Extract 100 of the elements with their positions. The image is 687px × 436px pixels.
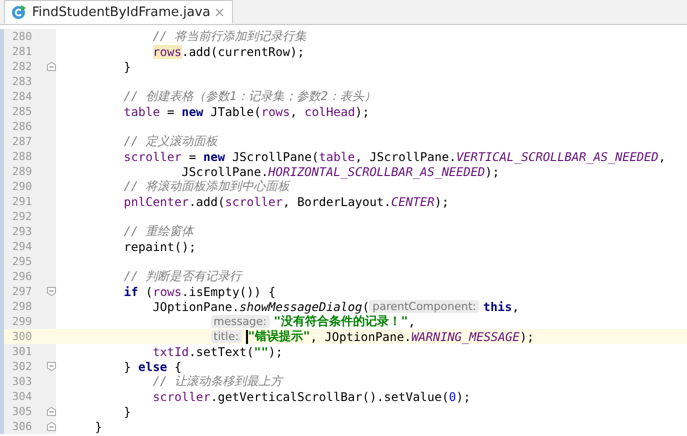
keyword: this bbox=[483, 300, 512, 314]
code-text: { bbox=[174, 360, 182, 374]
class-file-icon bbox=[11, 4, 27, 20]
line-number: 302 bbox=[11, 360, 32, 373]
text-cursor bbox=[246, 330, 248, 344]
line-number: 296 bbox=[11, 270, 32, 283]
fold-icon[interactable] bbox=[47, 362, 56, 371]
line-number: 281 bbox=[11, 45, 32, 58]
code-text: , JScrollPane. bbox=[355, 150, 456, 164]
code-text: ); bbox=[434, 194, 449, 208]
field-name: scroller bbox=[224, 194, 283, 208]
code-text: .setText( bbox=[188, 344, 254, 358]
line-number: 304 bbox=[11, 390, 32, 403]
constant-name: WARNING_MESSAGE bbox=[411, 330, 520, 344]
code-text: JScrollPane. bbox=[182, 164, 268, 178]
parameter-hint: title: bbox=[210, 330, 242, 343]
code-text: } bbox=[124, 404, 132, 418]
fold-icon[interactable] bbox=[47, 62, 56, 71]
code-text: JOptionPane. bbox=[152, 300, 240, 314]
field-name: scroller bbox=[124, 150, 182, 164]
code-text: .getVerticalScrollBar().setValue( bbox=[210, 390, 449, 404]
string-literal: "没有符合条件的记录！" bbox=[274, 314, 408, 330]
editor-tab[interactable]: FindStudentByIdFrame.java bbox=[4, 0, 234, 24]
field-name: pnlCenter bbox=[124, 194, 189, 208]
code-text: } bbox=[94, 420, 102, 434]
line-number: 280 bbox=[11, 30, 32, 43]
code-text: ); bbox=[456, 390, 471, 404]
string-literal: "错误提示" bbox=[248, 328, 310, 345]
line-number: 291 bbox=[11, 195, 32, 208]
code-text: ); bbox=[485, 164, 500, 178]
code-text: } bbox=[124, 60, 132, 74]
field-name: rows bbox=[261, 104, 290, 118]
line-number: 286 bbox=[11, 120, 32, 133]
code-comment: // 将当前行添加到记录行集 bbox=[152, 28, 306, 45]
code-text: .add( bbox=[188, 194, 225, 208]
code-text: = bbox=[188, 150, 198, 164]
line-number: 298 bbox=[11, 300, 32, 313]
line-number: 303 bbox=[11, 375, 32, 388]
code-text: , JOptionPane. bbox=[310, 330, 412, 344]
field-name: table bbox=[124, 104, 160, 118]
number-literal: 0 bbox=[448, 390, 456, 404]
line-number: 289 bbox=[11, 165, 32, 178]
keyword: new bbox=[182, 104, 204, 118]
code-text: ( bbox=[145, 284, 153, 298]
fold-icon[interactable] bbox=[47, 287, 56, 296]
line-number: 301 bbox=[11, 345, 32, 358]
line-number: 297 bbox=[11, 285, 32, 298]
line-number: 288 bbox=[11, 150, 32, 163]
constant-name: CENTER bbox=[391, 194, 434, 208]
code-text: .add(currentRow); bbox=[182, 44, 304, 58]
code-text: ); bbox=[268, 344, 283, 358]
code-text: JScrollPane( bbox=[232, 150, 319, 164]
line-number: 295 bbox=[11, 255, 32, 268]
field-name: scroller bbox=[152, 390, 210, 404]
field-name: txtId bbox=[152, 344, 189, 358]
code-text: , BorderLayout. bbox=[282, 194, 392, 208]
code-comment: // 让滚动条移到最上方 bbox=[152, 373, 282, 390]
code-comment: // 判断是否有记录行 bbox=[124, 268, 242, 285]
field-name: colHead bbox=[304, 104, 356, 118]
parameter-hint: parentComponent: bbox=[369, 300, 480, 313]
field-name: rows bbox=[152, 44, 182, 58]
code-text: , bbox=[290, 104, 298, 118]
close-icon[interactable] bbox=[215, 8, 224, 16]
line-number: 299 bbox=[11, 315, 32, 328]
line-number: 285 bbox=[11, 105, 32, 118]
code-comment: // 重绘窗体 bbox=[124, 223, 194, 240]
method-name: showMessageDialog bbox=[239, 300, 362, 314]
fold-icon[interactable] bbox=[47, 407, 56, 416]
line-number: 293 bbox=[11, 225, 32, 238]
code-text: , bbox=[658, 150, 666, 164]
line-number: 305 bbox=[11, 405, 32, 418]
line-number: 306 bbox=[11, 420, 32, 433]
keyword: new bbox=[203, 150, 225, 164]
code-text: } bbox=[124, 360, 132, 374]
line-number: 290 bbox=[11, 180, 32, 193]
code-text: JTable( bbox=[210, 104, 262, 118]
line-number: 300 bbox=[11, 330, 32, 343]
constant-name: HORIZONTAL_SCROLLBAR_AS_NEEDED bbox=[268, 164, 486, 178]
code-comment: // 将滚动面板添加到中心面板 bbox=[124, 179, 290, 195]
line-number: 287 bbox=[11, 135, 32, 148]
line-number: 283 bbox=[11, 75, 32, 88]
parameter-hint: message: bbox=[210, 315, 270, 328]
code-text: ); bbox=[520, 330, 534, 344]
line-number: 294 bbox=[11, 240, 32, 253]
line-number: 292 bbox=[11, 210, 32, 223]
code-text: , bbox=[408, 314, 416, 328]
field-name: table bbox=[318, 150, 356, 164]
fold-icon[interactable] bbox=[47, 422, 56, 431]
code-comment: // 创建表格（参数1：记录集；参数2：表头） bbox=[124, 88, 376, 105]
code-comment: // 定义滚动面板 bbox=[124, 133, 218, 150]
code-text: ( bbox=[362, 300, 370, 314]
keyword: if bbox=[124, 284, 138, 298]
line-number: 284 bbox=[11, 90, 32, 103]
code-text: ); bbox=[355, 104, 370, 118]
string-literal: "" bbox=[254, 344, 268, 358]
keyword: else bbox=[138, 360, 168, 374]
code-text: , bbox=[512, 300, 520, 314]
code-text: = bbox=[167, 104, 176, 118]
code-text: repaint(); bbox=[124, 240, 196, 254]
field-name: rows bbox=[152, 284, 182, 298]
